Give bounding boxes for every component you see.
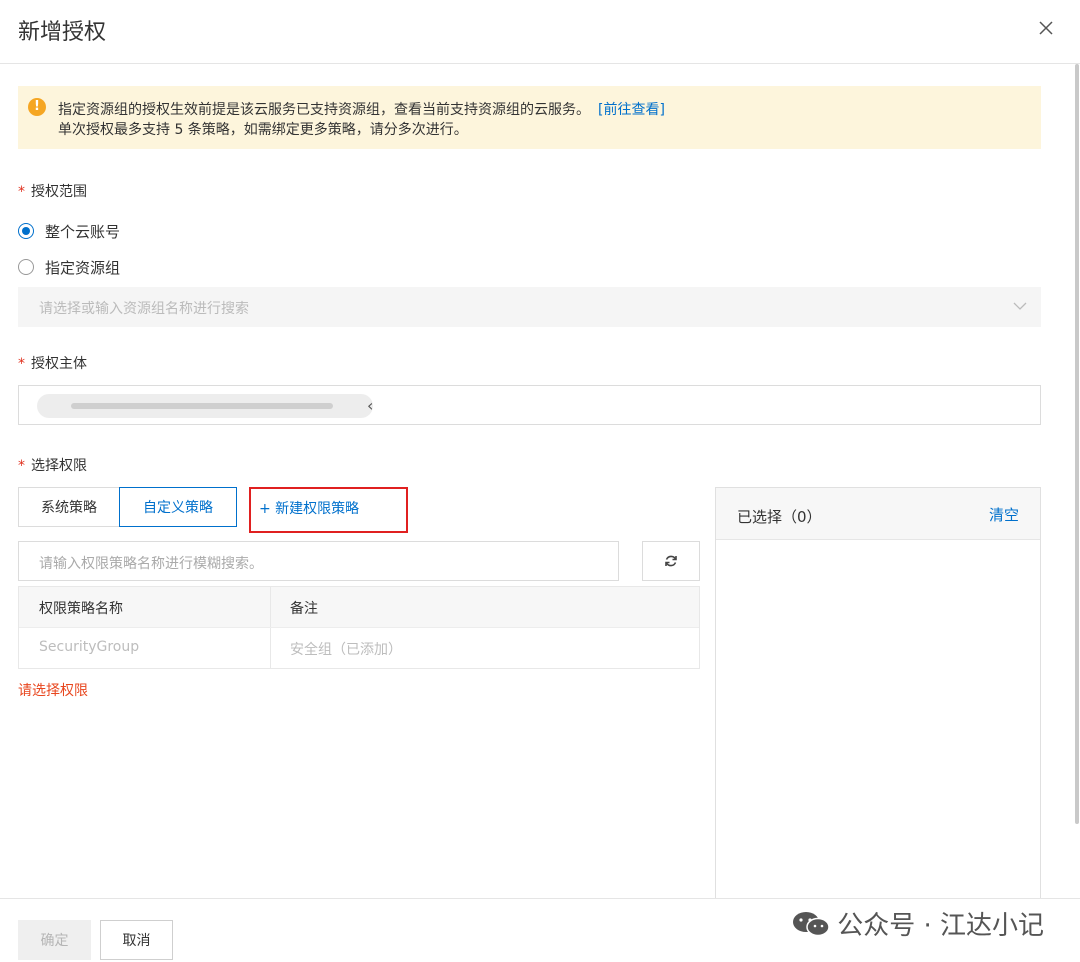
close-icon[interactable] (1034, 14, 1058, 42)
radio-resource-group[interactable]: 指定资源组 (18, 257, 120, 277)
column-header-note: 备注 (290, 601, 318, 617)
selected-title: 已选择（0） (737, 508, 822, 526)
table-row: SecurityGroup 安全组（已添加） (19, 628, 699, 668)
info-alert: ! 指定资源组的授权生效前提是该云服务已支持资源组，查看当前支持资源组的云服务。… (18, 86, 1041, 149)
radio-checked-icon[interactable] (18, 223, 34, 239)
clear-button[interactable]: 清空 (989, 504, 1019, 525)
alert-line-2: 单次授权最多支持 5 条策略，如需绑定更多策略，请分多次进行。 (58, 122, 468, 138)
validation-error: 请选择权限 (18, 683, 88, 699)
new-policy-button[interactable]: + 新建权限策略 (249, 487, 408, 533)
radio-label: 指定资源组 (45, 258, 121, 277)
watermark-text: 公众号 · 江达小记 (837, 911, 1044, 941)
alert-text: 指定资源组的授权生效前提是该云服务已支持资源组，查看当前支持资源组的云服务。 (58, 102, 590, 118)
wechat-icon (793, 911, 830, 936)
permissions-label: * 选择权限 (18, 458, 87, 474)
policy-table: 权限策略名称 备注 SecurityGroup 安全组（已添加） (18, 586, 700, 669)
required-mark: * (18, 356, 25, 372)
view-link[interactable]: [前往查看] (598, 102, 665, 118)
tab-custom-policy[interactable]: 自定义策略 (119, 487, 237, 527)
scope-label: * 授权范围 (18, 184, 87, 200)
required-mark: * (18, 458, 25, 474)
chevron-left-icon[interactable]: ‹ (367, 396, 373, 415)
chevron-down-icon (1013, 302, 1027, 310)
watermark: 公众号 · 江达小记 (791, 905, 1044, 942)
refresh-button[interactable] (642, 541, 700, 581)
search-placeholder: 请输入权限策略名称进行模糊搜索。 (39, 556, 263, 572)
cancel-button[interactable]: 取消 (100, 920, 173, 960)
column-header-name: 权限策略名称 (39, 601, 123, 617)
scrollbar[interactable] (1075, 64, 1079, 824)
radio-whole-account[interactable]: 整个云账号 (18, 221, 120, 241)
resource-group-select: 请选择或输入资源组名称进行搜索 (18, 287, 1041, 327)
dialog-footer: 确定 取消 公众号 · 江达小记 (0, 898, 1080, 962)
radio-unchecked-icon[interactable] (18, 259, 34, 275)
policy-name: SecurityGroup (39, 639, 140, 655)
refresh-icon (665, 555, 677, 567)
selected-panel: 已选择（0） 清空 (715, 487, 1041, 907)
radio-label: 整个云账号 (45, 222, 121, 241)
alert-line-1: 指定资源组的授权生效前提是该云服务已支持资源组，查看当前支持资源组的云服务。 [前… (58, 99, 665, 119)
dialog-header: 新增授权 (0, 0, 1080, 64)
selected-header: 已选择（0） 清空 (716, 488, 1040, 540)
redacted-text (71, 403, 333, 409)
subject-input[interactable]: ‹ (18, 385, 1041, 425)
subject-tag: ‹ (37, 394, 373, 418)
tab-system-policy[interactable]: 系统策略 (18, 487, 120, 527)
dialog-title: 新增授权 (18, 20, 107, 45)
subject-label: * 授权主体 (18, 356, 87, 372)
select-placeholder: 请选择或输入资源组名称进行搜索 (39, 301, 249, 317)
new-policy-label: + 新建权限策略 (259, 501, 360, 517)
policy-note: 安全组（已添加） (290, 642, 402, 658)
confirm-button[interactable]: 确定 (18, 920, 91, 960)
table-header: 权限策略名称 备注 (19, 587, 699, 628)
policy-search-input[interactable]: 请输入权限策略名称进行模糊搜索。 (18, 541, 619, 581)
warning-icon: ! (28, 98, 46, 116)
required-mark: * (18, 184, 25, 200)
